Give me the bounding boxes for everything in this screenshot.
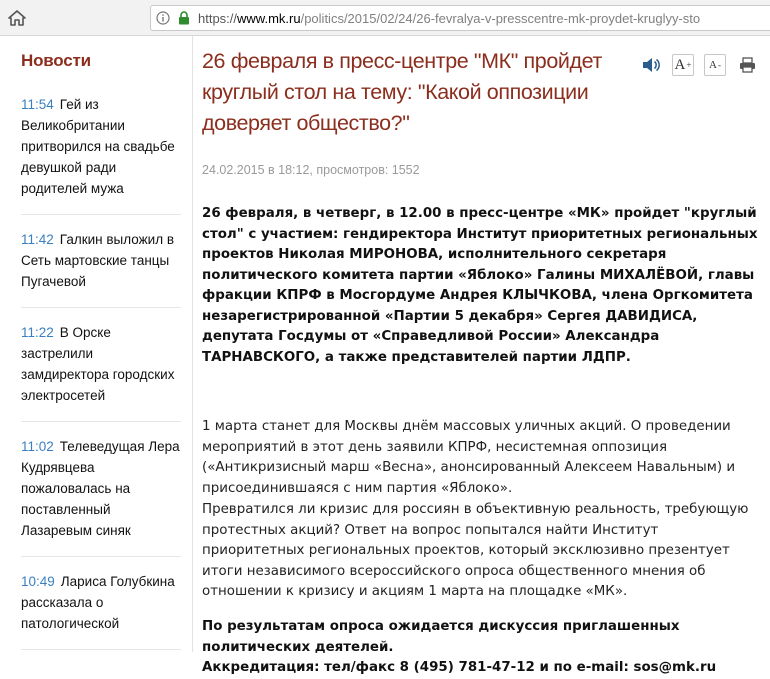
news-time: 11:02 — [21, 439, 54, 454]
url-host: www.mk.ru — [237, 10, 301, 26]
article-lead: 26 февраля, в четверг, в 12.00 в пресс-ц… — [202, 206, 758, 365]
font-increase-button[interactable]: A + — [672, 54, 694, 76]
font-increase-label: A — [674, 56, 686, 73]
article-title: 26 февраля в пресс-центре "МК" пройдет к… — [202, 49, 602, 135]
news-item[interactable]: 10:49 Лариса Голубкина рассказала о патол… — [21, 571, 181, 650]
browser-toolbar: https://www.mk.ru/politics/2015/02/24/26… — [0, 0, 770, 36]
news-time: 11:54 — [21, 97, 54, 112]
news-time: 10:49 — [21, 574, 55, 589]
font-decrease-button[interactable]: A- — [704, 54, 726, 76]
speaker-icon — [643, 58, 660, 72]
article-meta: 24.02.2015 в 18:12, просмотров: 1552 — [202, 163, 420, 177]
news-item[interactable]: 11:02 Телеведущая Лера Кудрявцева пожалов… — [21, 436, 181, 557]
sidebar-title[interactable]: Новости — [21, 51, 91, 71]
url-path: /politics/2015/02/24/26-fevralya-v-press… — [300, 10, 701, 26]
news-time: 11:22 — [21, 325, 54, 340]
news-item[interactable]: 11:22 В Орске застрелили замдиректора гор… — [21, 322, 181, 422]
info-icon[interactable] — [156, 11, 170, 25]
news-item[interactable]: 11:54 Гей из Великобритании притворился н… — [21, 94, 181, 215]
home-icon[interactable] — [8, 10, 26, 26]
print-icon — [739, 57, 755, 73]
url-scheme: https:// — [198, 10, 238, 26]
article-paragraph: Превратился ли кризис для россиян в объе… — [202, 502, 749, 599]
minus-icon: - — [717, 60, 721, 70]
news-list: 11:54 Гей из Великобритании притворился н… — [21, 94, 181, 652]
page-content: Новости 11:54 Гей из Великобритании притв… — [0, 36, 770, 675]
article-paragraph: 1 марта станет для Москвы днём массовых … — [202, 419, 736, 496]
print-button[interactable] — [736, 54, 758, 76]
address-bar[interactable]: https://www.mk.ru/politics/2015/02/24/26… — [150, 5, 770, 31]
article-accreditation: Аккредитация: тел/факс 8 (495) 781-47-12… — [202, 660, 717, 675]
lock-icon — [179, 11, 189, 25]
font-decrease-label: A — [709, 59, 717, 71]
news-item[interactable]: 11:42 Галкин выложил в Сеть мартовские та… — [21, 229, 181, 308]
news-sidebar: Новости 11:54 Гей из Великобритании притв… — [0, 36, 193, 652]
news-time: 11:42 — [21, 232, 54, 247]
article-tools: A + A- — [640, 54, 758, 76]
listen-button[interactable] — [640, 54, 662, 76]
plus-icon: + — [686, 60, 692, 70]
url-text: https://www.mk.ru/politics/2015/02/24/26… — [198, 11, 700, 26]
